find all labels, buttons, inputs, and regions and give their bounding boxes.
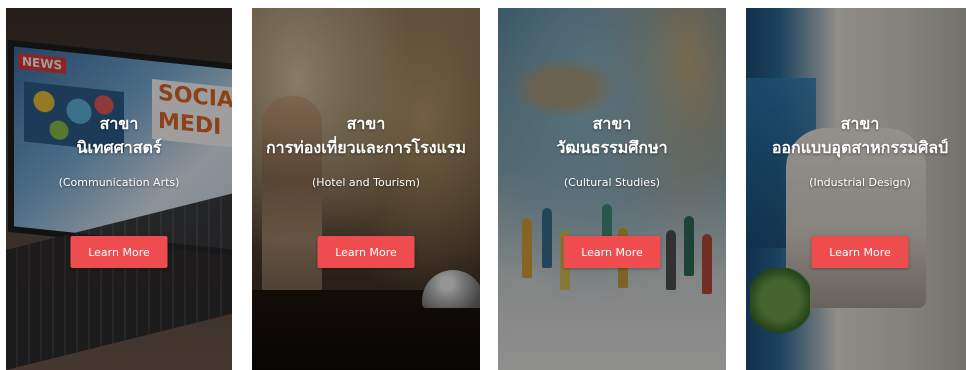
card-content: สาขา การท่องเที่ยวและการโรงแรม (Hotel an… [252, 8, 480, 370]
learn-more-button[interactable]: Learn More [811, 236, 909, 268]
program-title-line2: ออกแบบอุตสาหกรรมศิลป์ [771, 138, 949, 157]
card-content: สาขา วัฒนธรรมศึกษา (Cultural Studies) Le… [498, 8, 726, 370]
program-subtitle: (Hotel and Tourism) [312, 176, 420, 189]
program-subtitle: (Communication Arts) [58, 176, 180, 189]
program-card-communication-arts[interactable]: NEWS SOCIA MEDI สาขา นิเทศศาสตร์ (Commun… [6, 8, 232, 370]
program-title: สาขา การท่องเที่ยวและการโรงแรม [252, 112, 480, 160]
program-card-row: NEWS SOCIA MEDI สาขา นิเทศศาสตร์ (Commun… [0, 0, 966, 370]
program-title: สาขา นิเทศศาสตร์ [6, 112, 232, 160]
learn-more-button[interactable]: Learn More [563, 236, 661, 268]
program-title: สาขา ออกแบบอุตสาหกรรมศิลป์ [746, 112, 966, 160]
program-card-industrial-design[interactable]: สาขา ออกแบบอุตสาหกรรมศิลป์ (Industrial D… [746, 8, 966, 370]
program-card-hotel-and-tourism[interactable]: สาขา การท่องเที่ยวและการโรงแรม (Hotel an… [252, 8, 480, 370]
program-subtitle: (Industrial Design) [809, 176, 911, 189]
card-content: สาขา นิเทศศาสตร์ (Communication Arts) Le… [6, 8, 232, 370]
learn-more-button[interactable]: Learn More [70, 236, 168, 268]
program-subtitle: (Cultural Studies) [563, 176, 661, 189]
program-title-line1: สาขา [592, 114, 632, 133]
program-title: สาขา วัฒนธรรมศึกษา [498, 112, 726, 160]
program-title-line1: สาขา [346, 114, 386, 133]
learn-more-button[interactable]: Learn More [317, 236, 415, 268]
program-title-line2: การท่องเที่ยวและการโรงแรม [265, 138, 467, 157]
program-title-line2: วัฒนธรรมศึกษา [556, 138, 668, 157]
card-content: สาขา ออกแบบอุตสาหกรรมศิลป์ (Industrial D… [746, 8, 966, 370]
program-title-line2: นิเทศศาสตร์ [76, 138, 162, 157]
program-title-line1: สาขา [840, 114, 880, 133]
program-card-cultural-studies[interactable]: สาขา วัฒนธรรมศึกษา (Cultural Studies) Le… [498, 8, 726, 370]
program-title-line1: สาขา [99, 114, 139, 133]
